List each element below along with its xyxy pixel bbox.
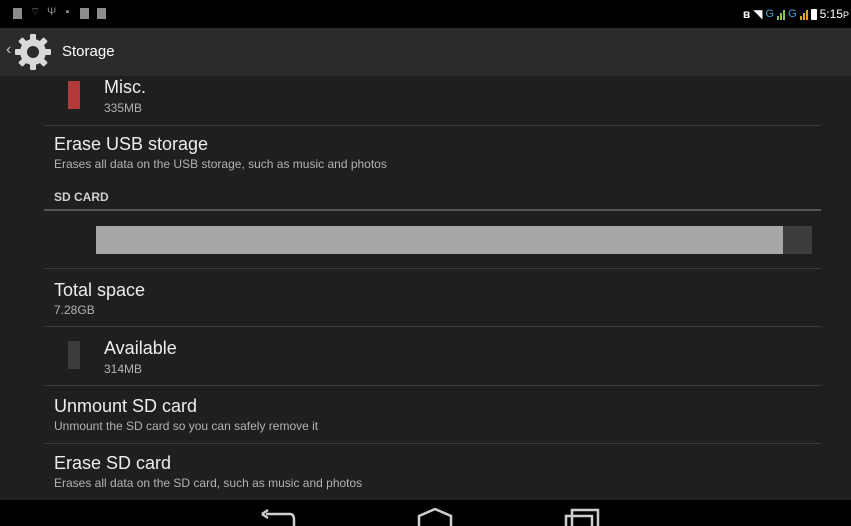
divider	[44, 385, 821, 386]
erase-usb-storage-summary: Erases all data on the USB storage, such…	[54, 157, 387, 171]
settings-gear-icon[interactable]	[12, 31, 54, 73]
home-icon[interactable]	[415, 508, 455, 526]
divider	[44, 125, 821, 126]
action-bar: ‹ Storage	[0, 28, 851, 76]
status-bar: ⌔ Ψ ▪ ʙ ◥ G G 5:15P	[0, 0, 851, 28]
total-space-value: 7.28GB	[54, 303, 95, 317]
misc-color-swatch	[68, 81, 80, 109]
available-label: Available	[104, 338, 177, 358]
available-color-swatch	[68, 341, 80, 369]
divider	[44, 268, 821, 269]
back-caret-icon[interactable]: ‹	[6, 42, 11, 58]
erase-usb-storage-item[interactable]: Erase USB storage Erases all data on the…	[54, 134, 814, 171]
signal-icon-2	[799, 9, 808, 20]
signal-icon	[777, 9, 786, 20]
misc-value: 335MB	[104, 101, 143, 115]
erase-sd-card-title: Erase SD card	[54, 453, 172, 473]
bluetooth-icon: ʙ	[742, 7, 751, 21]
network-type-label: G	[765, 8, 775, 20]
recent-apps-icon[interactable]	[562, 508, 602, 526]
section-divider	[44, 209, 821, 211]
android-screen: ⌔ Ψ ▪ ʙ ◥ G G 5:15P ‹ Storage Misc. 335M…	[0, 0, 851, 526]
status-icons-right: ʙ ◥ G G 5:15P	[743, 0, 851, 28]
gallery-notification-icon	[13, 8, 22, 19]
unmount-sd-card-item[interactable]: Unmount SD card Unmount the SD card so y…	[54, 396, 814, 433]
storage-item-misc: Misc. 335MB	[104, 77, 804, 115]
erase-usb-storage-title: Erase USB storage	[54, 134, 209, 154]
back-icon[interactable]	[258, 508, 298, 526]
app-notification-icon	[97, 8, 106, 19]
sd-card-section-header: SD CARD	[54, 190, 109, 204]
unmount-sd-card-summary: Unmount the SD card so you can safely re…	[54, 419, 319, 433]
divider	[44, 326, 821, 327]
usb-icon: Ψ	[47, 6, 57, 18]
total-space-item: Total space 7.28GB	[54, 280, 814, 317]
battery-icon	[810, 8, 817, 20]
divider	[44, 443, 821, 444]
wifi-notification-icon: ⌔	[30, 6, 41, 18]
clock: 5:15P	[819, 7, 849, 21]
sd-card-usage-bar	[96, 226, 812, 254]
navigation-bar	[0, 500, 851, 526]
total-space-label: Total space	[54, 280, 146, 300]
page-title: Storage	[62, 43, 115, 60]
network-type-label-2: G	[788, 8, 797, 20]
sd-card-used-fill	[96, 226, 784, 254]
storage-item-available: Available 314MB	[104, 338, 804, 376]
erase-sd-card-summary: Erases all data on the SD card, such as …	[54, 476, 363, 490]
lock-icon: ▪	[65, 6, 70, 18]
gallery-notification-icon	[80, 8, 89, 19]
erase-sd-card-item[interactable]: Erase SD card Erases all data on the SD …	[54, 453, 814, 490]
misc-label: Misc.	[104, 77, 146, 97]
unmount-sd-card-title: Unmount SD card	[54, 396, 198, 416]
available-value: 314MB	[104, 362, 143, 376]
wifi-icon: ◥	[753, 7, 763, 21]
